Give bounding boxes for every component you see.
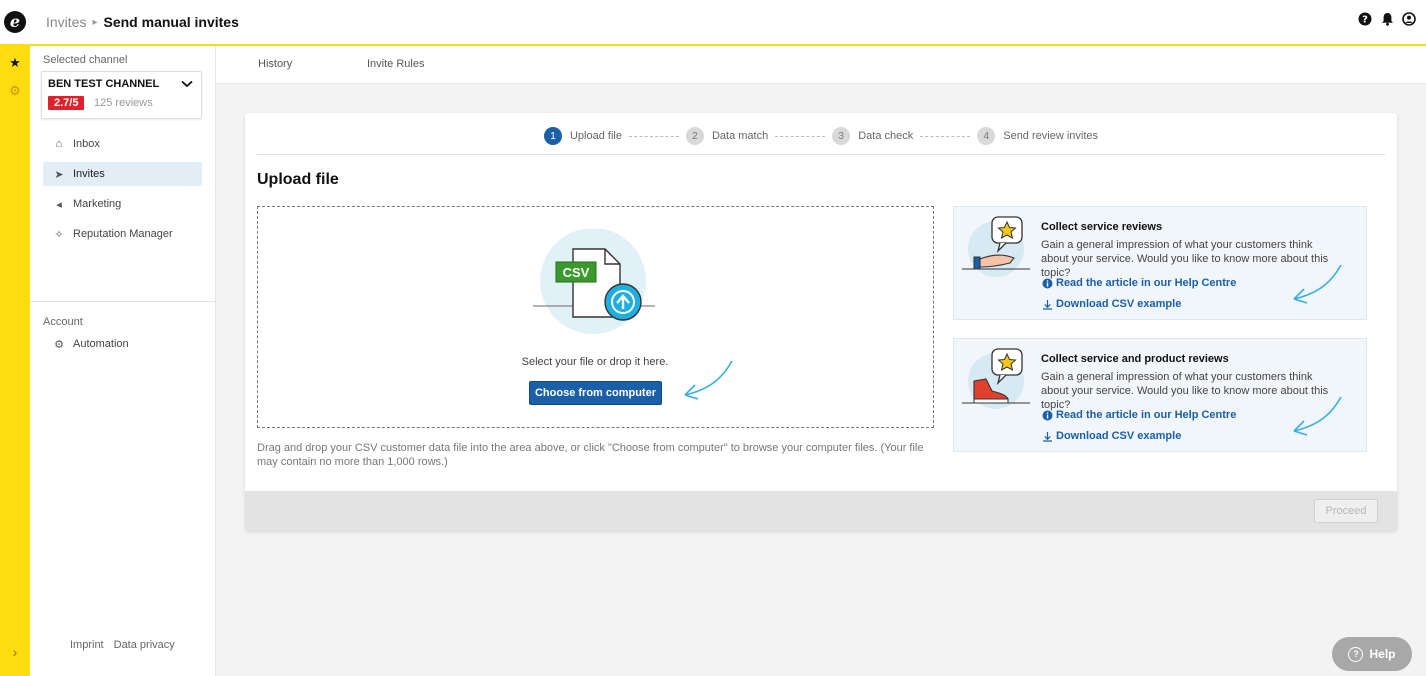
gear-icon[interactable]: ⚙ <box>0 83 30 99</box>
breadcrumb: Invites ▸ Send manual invites <box>46 14 239 30</box>
sparkle-icon: ✧ <box>54 228 64 241</box>
step-send-review-invites: 4 Send review invites <box>977 127 1098 145</box>
step-connector <box>628 135 679 137</box>
upload-card: 1 Upload file 2 Data match 3 Data check … <box>245 113 1397 531</box>
step-label: Data check <box>858 130 914 142</box>
sidebar-item-invites[interactable]: ➤ Invites <box>43 162 202 186</box>
pointer-arrow-icon <box>1288 263 1344 308</box>
app-logo[interactable]: e <box>0 0 30 44</box>
top-bar: e Invites ▸ Send manual invites ? <box>0 0 1426 46</box>
breadcrumb-separator: ▸ <box>92 16 98 28</box>
bell-icon[interactable] <box>1380 12 1394 26</box>
question-icon: ? <box>1348 646 1364 662</box>
help-centre-link-label: Read the article in our Help Centre <box>1056 409 1237 421</box>
sidebar: Selected channel BEN TEST CHANNEL 2.7/5 … <box>30 46 216 676</box>
sidebar-item-inbox[interactable]: ⌂ Inbox <box>43 132 202 156</box>
choose-from-computer-button[interactable]: Choose from computer <box>529 381 662 405</box>
imprint-link[interactable]: Imprint <box>70 639 104 651</box>
review-count: 125 reviews <box>94 97 153 109</box>
download-icon <box>1042 299 1053 310</box>
step-connector <box>920 135 971 137</box>
step-connector <box>775 135 826 137</box>
step-label: Data match <box>711 130 769 142</box>
download-csv-link[interactable]: Download CSV example <box>1042 430 1181 442</box>
help-centre-link-label: Read the article in our Help Centre <box>1056 277 1237 289</box>
sidebar-item-label: Reputation Manager <box>73 228 173 240</box>
info-box-title: Collect service and product reviews <box>1041 353 1229 365</box>
help-button[interactable]: ? Help <box>1332 637 1412 671</box>
info-box-service-product-reviews: Collect service and product reviews Gain… <box>953 338 1367 452</box>
tab-history[interactable]: History <box>258 58 292 70</box>
user-icon[interactable] <box>1402 12 1416 26</box>
step-label: Send review invites <box>1003 130 1099 142</box>
sidebar-item-label: Marketing <box>73 198 122 210</box>
download-csv-link-label: Download CSV example <box>1056 298 1182 310</box>
channel-name: BEN TEST CHANNEL <box>48 78 160 90</box>
breadcrumb-parent[interactable]: Invites <box>46 14 86 30</box>
help-centre-link[interactable]: Read the article in our Help Centre <box>1042 277 1236 289</box>
step-label: Upload file <box>569 130 622 142</box>
download-csv-link-label: Download CSV example <box>1056 430 1182 442</box>
info-box-title: Collect service reviews <box>1041 221 1163 233</box>
top-icons: ? <box>1358 12 1416 26</box>
chevron-down-icon <box>181 77 193 91</box>
sidebar-divider <box>30 301 216 302</box>
automation-icon: ⚙ <box>54 338 64 351</box>
shoe-star-illustration-icon <box>962 347 1032 414</box>
channel-selector[interactable]: BEN TEST CHANNEL 2.7/5 125 reviews <box>41 71 202 119</box>
inbox-icon: ⌂ <box>55 138 63 150</box>
tabs-bar: History Invite Rules <box>216 46 1426 84</box>
tab-invite-rules[interactable]: Invite Rules <box>367 58 424 70</box>
pointer-arrow-icon <box>679 359 735 404</box>
section-title: Upload file <box>257 171 339 188</box>
account-nav: ⚙ Automation <box>43 332 202 362</box>
csv-upload-illustration-icon: CSV <box>533 228 663 347</box>
proceed-button[interactable]: Proceed <box>1314 499 1378 523</box>
sidebar-item-label: Invites <box>73 168 105 180</box>
left-rail: ★ ⚙ › <box>0 46 30 676</box>
csv-label: CSV <box>563 265 590 280</box>
step-data-check: 3 Data check <box>832 127 913 145</box>
sidebar-item-reputation-manager[interactable]: ✧ Reputation Manager <box>43 222 202 246</box>
data-privacy-link[interactable]: Data privacy <box>114 639 175 651</box>
star-icon[interactable]: ★ <box>0 55 30 71</box>
sidebar-item-marketing[interactable]: ◂ Marketing <box>43 192 202 216</box>
stepper-divider <box>257 154 1385 155</box>
pointer-arrow-icon <box>1288 395 1344 440</box>
upload-help-text: Drag and drop your CSV customer data fil… <box>257 442 924 469</box>
sidebar-footer: Imprint Data privacy <box>70 639 175 651</box>
hand-star-illustration-icon <box>962 215 1032 282</box>
info-icon <box>1042 410 1053 421</box>
step-data-match: 2 Data match <box>685 127 769 145</box>
file-dropzone[interactable]: CSV Select your file or drop it here. Ch… <box>257 206 934 428</box>
help-centre-link[interactable]: Read the article in our Help Centre <box>1042 409 1236 421</box>
step-number: 4 <box>977 127 996 145</box>
account-label: Account <box>43 316 83 328</box>
sidebar-item-label: Automation <box>73 338 129 350</box>
sidebar-item-automation[interactable]: ⚙ Automation <box>43 332 202 356</box>
page-title: Send manual invites <box>103 14 239 30</box>
download-csv-link[interactable]: Download CSV example <box>1042 298 1181 310</box>
sidebar-item-label: Inbox <box>73 138 100 150</box>
stepper: 1 Upload file 2 Data match 3 Data check … <box>245 127 1397 145</box>
sidebar-nav: ⌂ Inbox ➤ Invites ◂ Marketing ✧ Reputati… <box>43 132 202 252</box>
info-box-service-reviews: Collect service reviews Gain a general i… <box>953 206 1367 320</box>
step-number: 2 <box>685 127 704 145</box>
help-icon[interactable]: ? <box>1358 12 1372 26</box>
dropzone-text: Select your file or drop it here. <box>521 356 669 368</box>
info-icon <box>1042 278 1053 289</box>
help-button-label: Help <box>1369 647 1396 661</box>
step-number: 1 <box>543 127 562 145</box>
card-footer: Proceed <box>245 491 1397 531</box>
logo-e-icon: e <box>4 11 26 33</box>
download-icon <box>1042 431 1053 442</box>
selected-channel-label: Selected channel <box>43 54 128 66</box>
expand-chevron-icon[interactable]: › <box>0 644 30 660</box>
paper-plane-icon: ➤ <box>54 168 64 181</box>
step-number: 3 <box>832 127 851 145</box>
svg-text:?: ? <box>1362 15 1368 26</box>
megaphone-icon: ◂ <box>56 198 62 211</box>
rating-badge: 2.7/5 <box>48 96 85 110</box>
step-upload-file: 1 Upload file <box>543 127 622 145</box>
